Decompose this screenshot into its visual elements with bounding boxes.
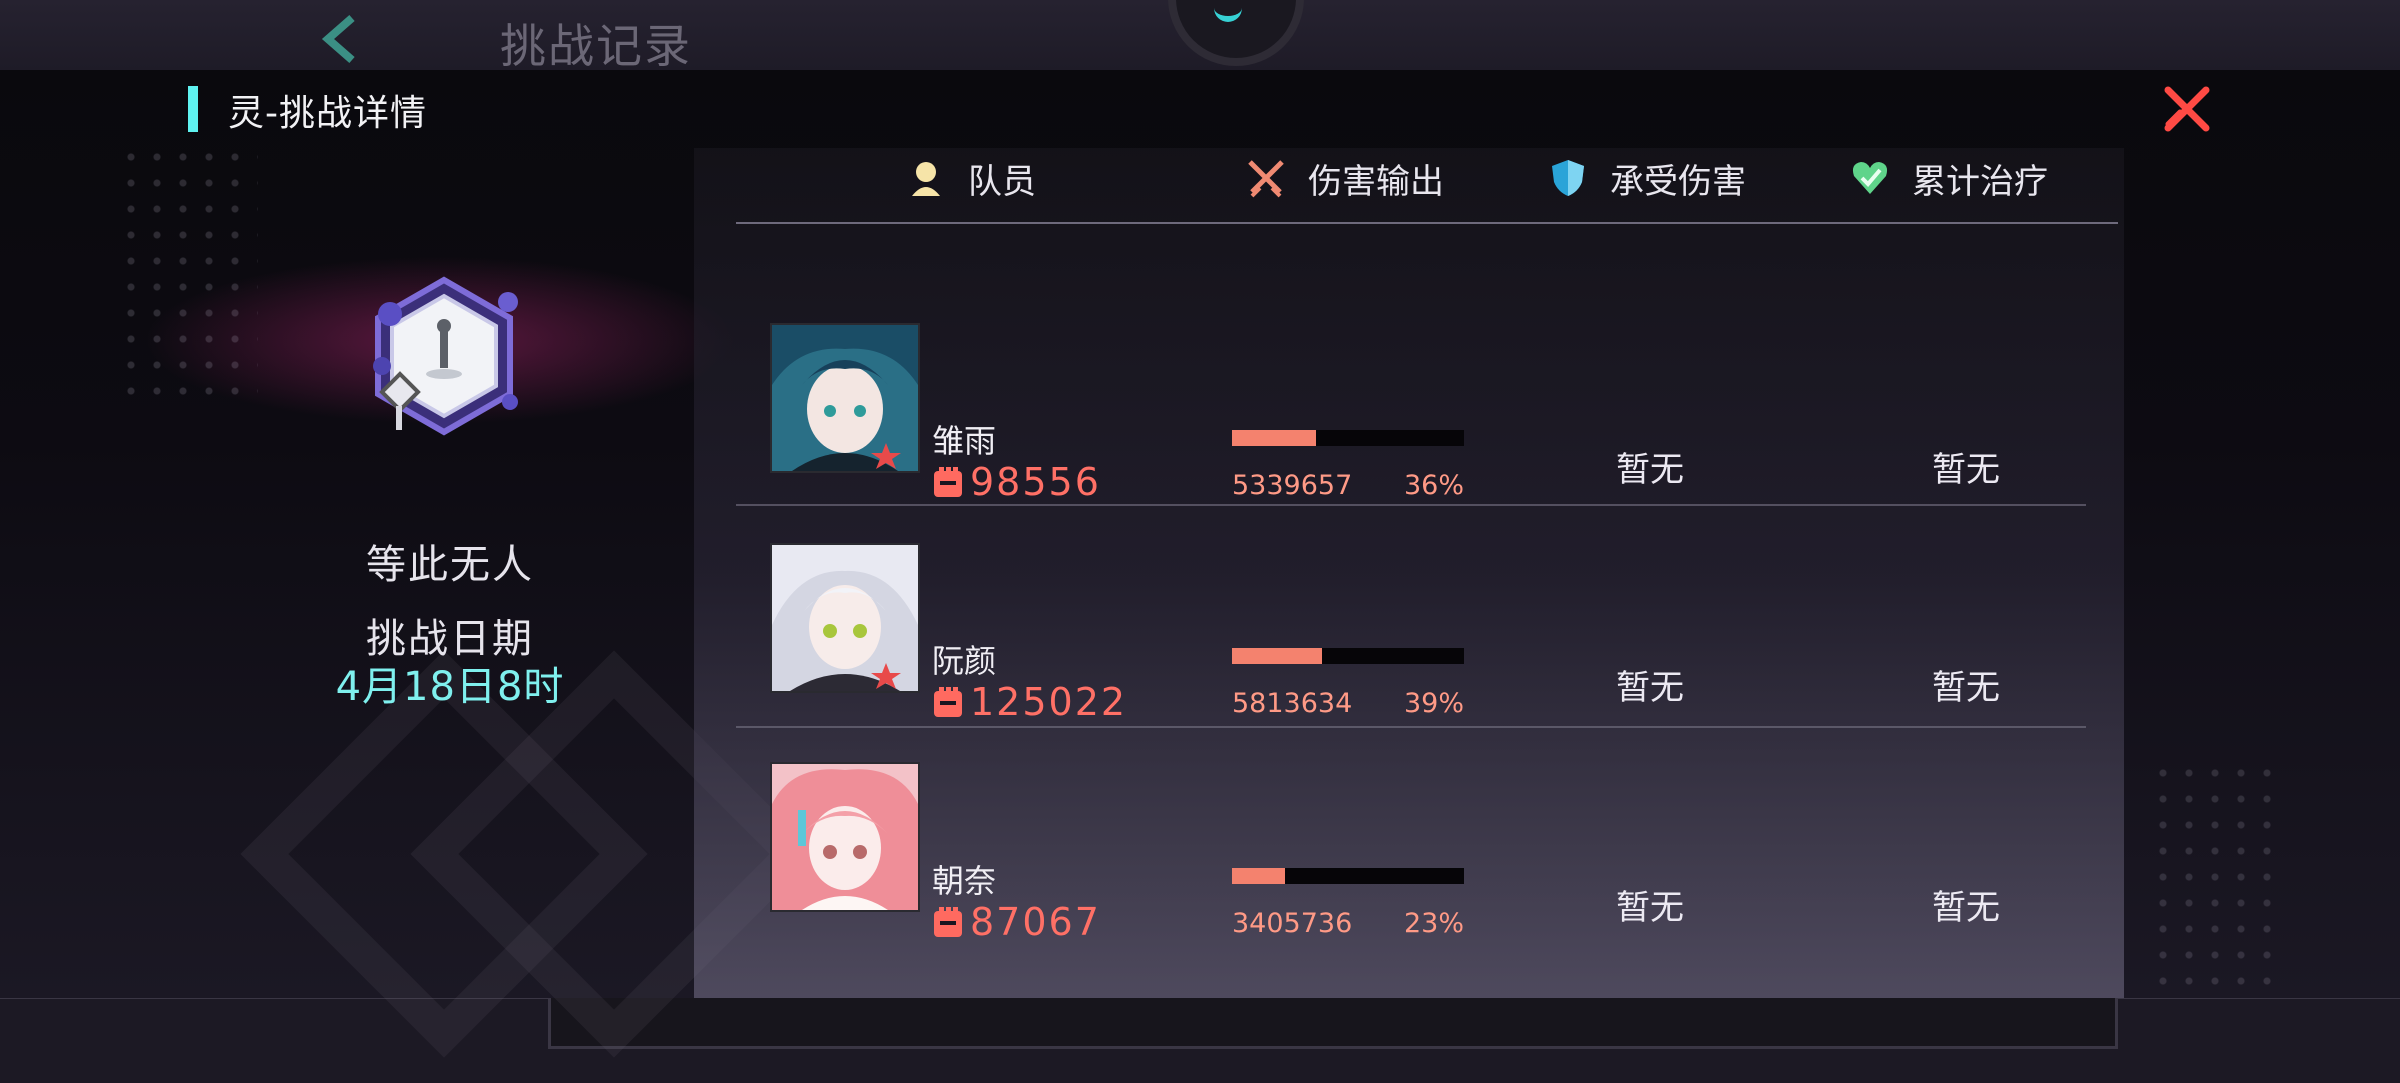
- damage-taken-value: 暂无: [1616, 668, 1684, 708]
- member-power: 87067: [932, 900, 1101, 944]
- challenge-detail-modal: 灵-挑战详情 等此无人 挑战日期 4月18日8时 队员 伤害输出 承受伤害 累计…: [0, 70, 2400, 1058]
- header-damage-out: 伤害输出: [1246, 156, 1444, 202]
- title-accent-bar: [188, 86, 198, 132]
- damage-percent: 36%: [1403, 470, 1464, 501]
- row-divider: [736, 504, 2086, 506]
- background-page-title: 挑战记录: [500, 19, 692, 73]
- damage-bar-fill: [1232, 430, 1316, 446]
- damage-bar: [1232, 648, 1464, 664]
- member-name: 阮颜: [932, 642, 997, 680]
- damage-bar-fill: [1232, 868, 1286, 884]
- member-power: 98556: [932, 460, 1101, 504]
- damage-percent: 39%: [1403, 688, 1464, 719]
- healing-value: 暂无: [1932, 888, 2000, 928]
- header-damage-taken: 承受伤害: [1548, 156, 1746, 202]
- member-avatar[interactable]: [770, 323, 920, 473]
- damage-value: 3405736: [1232, 908, 1353, 939]
- damage-bar: [1232, 868, 1464, 884]
- member-power: 125022: [932, 680, 1127, 724]
- boss-name: 等此无人: [366, 542, 534, 588]
- damage-percent: 23%: [1403, 908, 1464, 939]
- row-divider: [736, 726, 2086, 728]
- member-icon: [912, 162, 940, 196]
- healing-value: 暂无: [1932, 450, 2000, 490]
- menu-orb-icon: [1168, 0, 1304, 66]
- header-member-label: 队员: [968, 161, 1036, 202]
- member-power-value: 87067: [970, 900, 1101, 944]
- header-healing-label: 累计治疗: [1912, 161, 2048, 202]
- crossed-swords-icon: [1248, 160, 1284, 198]
- back-arrow-icon[interactable]: [318, 14, 362, 64]
- heart-icon: [1852, 162, 1888, 194]
- member-name: 雏雨: [932, 422, 997, 460]
- background-header: 挑战记录: [0, 0, 2400, 73]
- member-power-value: 125022: [970, 680, 1128, 724]
- power-fist-icon: [934, 907, 962, 937]
- member-power-value: 98556: [970, 460, 1101, 504]
- header-member: 队员: [906, 156, 1036, 202]
- boss-badge-icon: [360, 266, 528, 462]
- member-avatar[interactable]: [770, 543, 920, 693]
- power-fist-icon: [934, 467, 962, 497]
- damage-value: 5339657: [1232, 470, 1353, 501]
- damage-bar-fill: [1232, 648, 1323, 664]
- damage-taken-value: 暂无: [1616, 450, 1684, 490]
- close-button[interactable]: [2160, 82, 2214, 136]
- header-damage-taken-label: 承受伤害: [1610, 161, 1746, 202]
- close-icon: [2164, 86, 2210, 132]
- decorative-dot-grid: [2150, 760, 2280, 1000]
- damage-value: 5813634: [1232, 688, 1353, 719]
- power-fist-icon: [934, 687, 962, 717]
- damage-bar: [1232, 430, 1464, 446]
- background-list-frame: [548, 990, 2118, 1049]
- decorative-dot-grid: [118, 144, 258, 404]
- member-avatar[interactable]: [770, 762, 920, 912]
- header-divider: [736, 222, 2118, 224]
- member-name: 朝奈: [932, 862, 997, 900]
- shield-icon: [1552, 160, 1584, 196]
- damage-taken-value: 暂无: [1616, 888, 1684, 928]
- header-healing: 累计治疗: [1850, 156, 2048, 202]
- header-damage-out-label: 伤害输出: [1308, 161, 1444, 202]
- modal-title: 灵-挑战详情: [228, 93, 427, 134]
- healing-value: 暂无: [1932, 668, 2000, 708]
- challenge-date-value: 4月18日8时: [335, 664, 565, 710]
